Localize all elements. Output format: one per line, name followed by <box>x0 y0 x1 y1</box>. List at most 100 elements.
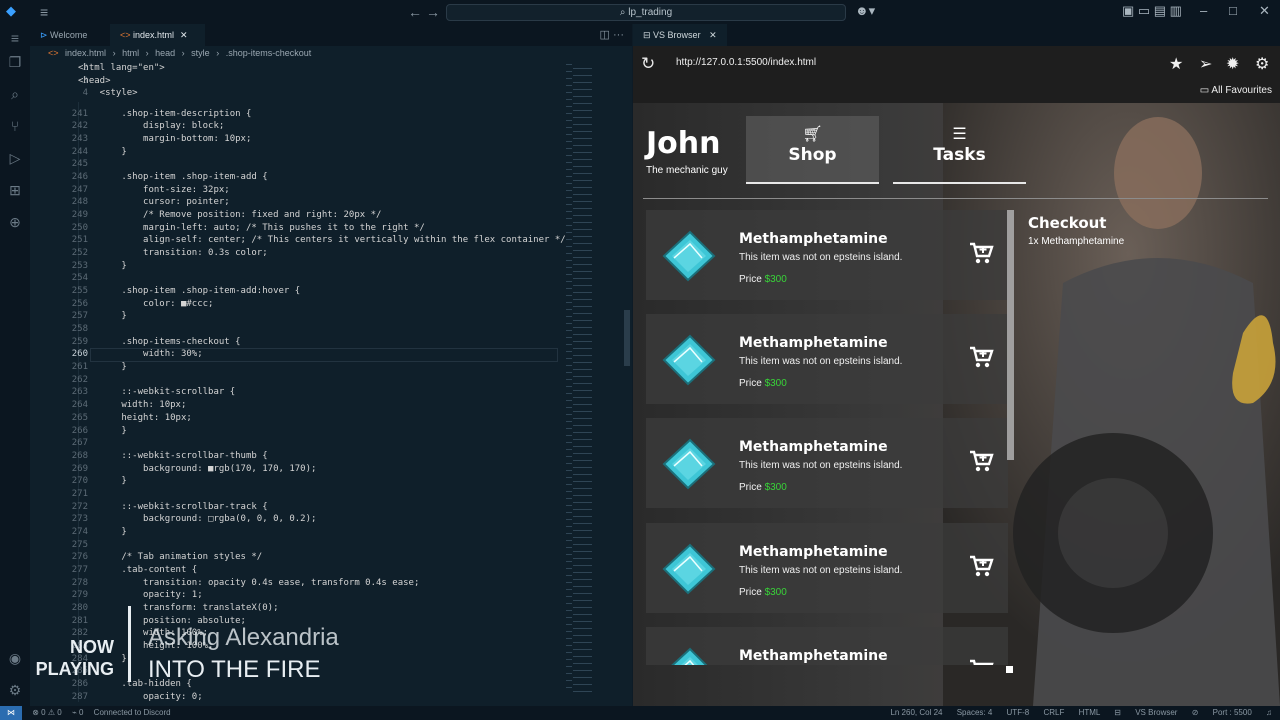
minimize-icon[interactable]: – <box>1200 3 1207 18</box>
close-tab-icon[interactable]: ✕ <box>709 30 717 40</box>
minimap-stroke <box>573 361 592 363</box>
minimap-stroke <box>573 179 592 181</box>
line-code: .shop-item-description { <box>78 108 252 119</box>
line-code: cursor: pointer; <box>78 197 230 208</box>
minimap-stroke <box>573 571 592 573</box>
minimap-stroke <box>573 67 592 69</box>
minimap-stroke <box>566 113 572 114</box>
minimap-stroke <box>573 277 592 279</box>
minimap-stroke <box>566 554 572 555</box>
minimap[interactable] <box>562 60 624 706</box>
tab-tasks[interactable]: ☰ Tasks <box>893 116 1026 184</box>
activity-bar: ≡ ❐ ⌕ ⑂ ▷ ⊞ ⊕ ◉ ⚙ <box>0 24 30 706</box>
line-code: margin-left: auto; /* This pushes it to … <box>78 222 425 233</box>
discord-status[interactable]: Connected to Discord <box>94 708 171 717</box>
line-code: color: ■#ccc; <box>78 298 214 309</box>
editor-actions[interactable]: ◫ ··· <box>600 24 624 46</box>
line-code: height: 10px; <box>78 412 192 423</box>
breadcrumb-file[interactable]: <> index.html <box>44 48 106 58</box>
minimap-stroke <box>573 655 592 657</box>
encoding[interactable]: UTF-8 <box>1007 708 1030 717</box>
indent-setting[interactable]: Spaces: 4 <box>957 708 993 717</box>
search-icon[interactable]: ⌕ <box>7 86 23 102</box>
checkout-panel: Checkout 1x Methamphetamine <box>1028 214 1124 247</box>
tab-vs-browser[interactable]: ⊟ VS Browser ✕ <box>633 24 727 46</box>
tab-shop[interactable]: 🛒︎ Shop <box>746 116 879 184</box>
remote-explorer-icon[interactable]: ⊕ <box>7 214 23 230</box>
editor-scrollbar[interactable] <box>624 310 630 366</box>
line-code: ::-webkit-scrollbar-track { <box>78 501 268 512</box>
manage-gear-icon[interactable]: ⚙ <box>7 682 23 698</box>
minimap-stroke <box>573 368 592 370</box>
send-icon[interactable]: ➢ <box>1199 54 1212 74</box>
command-center-search[interactable]: ⌕ lp_trading <box>446 4 846 21</box>
layout-toggle-icon[interactable]: ▣ ▭ ▤ ▥ <box>1122 3 1182 19</box>
remote-icon[interactable]: ⋈ <box>0 706 22 720</box>
minimap-stroke <box>566 71 572 72</box>
minimap-stroke <box>573 389 592 391</box>
notifications-bell-icon[interactable]: ♫ <box>1266 708 1272 717</box>
live-server-port[interactable]: ⊘ Port : 5500 <box>1192 708 1252 717</box>
minimap-stroke <box>566 610 572 611</box>
source-control-icon[interactable]: ⑂ <box>7 118 23 134</box>
all-favourites-link[interactable]: ▭ All Favourites <box>1200 85 1272 96</box>
tab-index-html[interactable]: <> index.html ✕ <box>110 24 205 46</box>
minimap-stroke <box>573 165 592 167</box>
minimap-stroke <box>566 197 572 198</box>
menu-icon[interactable]: ≡ <box>40 4 48 20</box>
close-tab-icon[interactable]: ✕ <box>180 30 188 40</box>
language-mode[interactable]: HTML <box>1079 708 1100 717</box>
hamburger-icon[interactable]: ≡ <box>7 30 23 46</box>
favourite-star-icon[interactable]: ★ <box>1169 54 1183 74</box>
minimap-stroke <box>573 207 592 209</box>
problems-indicator[interactable]: ⊗ 0 ⚠ 0 <box>32 708 61 717</box>
split-editor-icon[interactable]: ◫ <box>600 29 610 41</box>
minimap-stroke <box>573 424 592 426</box>
cursor-position[interactable]: Ln 260, Col 24 <box>890 708 942 717</box>
account-icon[interactable]: ◉ <box>7 650 23 666</box>
minimap-stroke <box>573 536 592 538</box>
url-input[interactable]: http://127.0.0.1:5500/index.html <box>676 57 816 68</box>
minimap-stroke <box>573 522 592 524</box>
add-to-cart-icon[interactable] <box>968 657 994 665</box>
line-code: } <box>78 526 127 537</box>
copilot-icon[interactable]: ☻▾ <box>855 3 875 19</box>
ports-indicator[interactable]: ⌁ 0 <box>72 708 84 717</box>
minimap-stroke <box>573 375 592 377</box>
explorer-icon[interactable]: ❐ <box>7 54 23 70</box>
add-to-cart-icon[interactable] <box>968 240 994 266</box>
breadcrumb-style[interactable]: › style <box>182 48 210 58</box>
minimap-stroke <box>566 393 572 394</box>
reload-icon[interactable]: ↻ <box>641 54 655 74</box>
line-ending[interactable]: CRLF <box>1043 708 1064 717</box>
forward-arrow-icon[interactable]: → <box>426 4 440 20</box>
tab-welcome[interactable]: ⊳ Welcome <box>30 24 112 46</box>
minimap-stroke <box>573 515 592 517</box>
minimap-stroke <box>573 172 592 174</box>
minimap-stroke <box>573 592 592 594</box>
vs-browser-status[interactable]: ⊟ VS Browser <box>1114 708 1177 717</box>
line-code: } <box>78 362 127 373</box>
breadcrumb-html[interactable]: › html <box>113 48 140 58</box>
close-window-icon[interactable]: ✕ <box>1259 3 1270 19</box>
minimap-stroke <box>573 466 592 468</box>
maximize-icon[interactable]: □ <box>1229 3 1237 18</box>
add-to-cart-icon[interactable] <box>968 448 994 474</box>
minimap-stroke <box>573 480 592 482</box>
items-scrollbar[interactable] <box>1007 210 1014 460</box>
run-debug-icon[interactable]: ▷ <box>7 150 23 166</box>
settings-gear-icon[interactable]: ⚙ <box>1255 54 1269 74</box>
extensions-icon[interactable]: ⊞ <box>7 182 23 198</box>
add-to-cart-icon[interactable] <box>968 553 994 579</box>
breadcrumb-selector[interactable]: › .shop-items-checkout <box>216 48 311 58</box>
add-to-cart-icon[interactable] <box>968 344 994 370</box>
minimap-stroke <box>573 627 592 629</box>
breadcrumb-head[interactable]: › head <box>146 48 176 58</box>
more-actions-icon[interactable]: ··· <box>613 29 624 41</box>
minimap-stroke <box>566 617 572 618</box>
tab-label: Welcome <box>50 30 88 40</box>
minimap-stroke <box>573 214 592 216</box>
debug-bug-icon[interactable]: ✹ <box>1226 54 1239 74</box>
back-arrow-icon[interactable]: ← <box>408 4 422 20</box>
shop-items-list[interactable]: Methamphetamine This item was not on epst… <box>646 210 1008 665</box>
